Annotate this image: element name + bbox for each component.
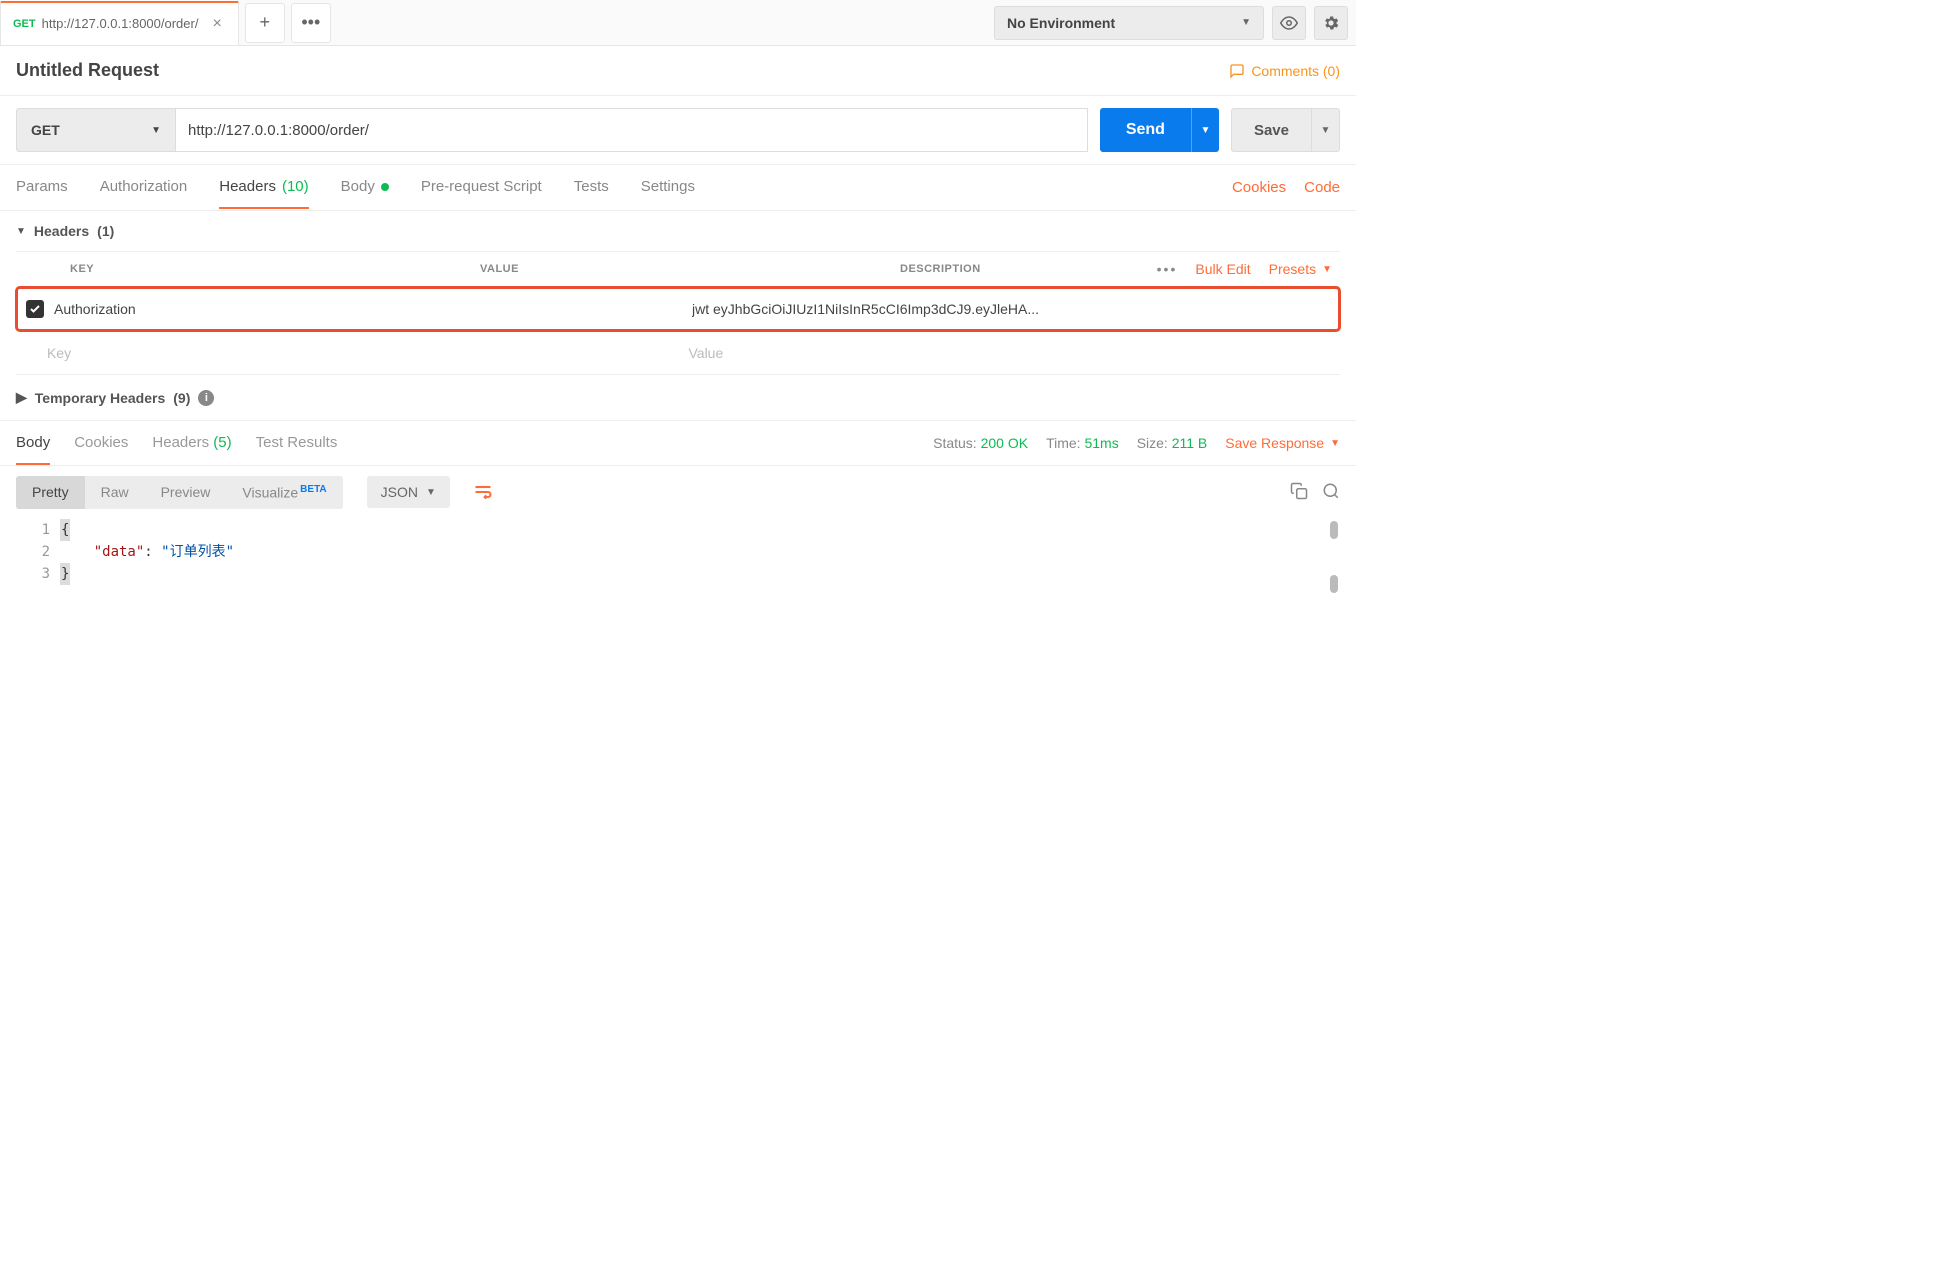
headers-table: KEY VALUE DESCRIPTION ••• Bulk Edit Pres… <box>0 251 1356 375</box>
dot-icon <box>381 183 389 191</box>
gear-icon[interactable] <box>1314 6 1348 40</box>
header-desc-input[interactable] <box>1320 331 1340 374</box>
triangle-right-icon: ▶ <box>16 389 27 406</box>
cookies-link[interactable]: Cookies <box>1232 179 1286 196</box>
save-button[interactable]: Save <box>1231 108 1312 152</box>
header-value-input[interactable] <box>678 331 1320 374</box>
view-pretty[interactable]: Pretty <box>16 476 85 509</box>
copy-icon[interactable] <box>1290 482 1308 503</box>
view-visualize[interactable]: VisualizeBETA <box>226 476 342 509</box>
method-select[interactable]: GET ▼ <box>16 108 176 152</box>
header-key-input[interactable] <box>37 331 679 374</box>
tab-prerequest[interactable]: Pre-request Script <box>421 166 542 209</box>
tab-settings[interactable]: Settings <box>641 166 695 209</box>
chevron-down-icon: ▼ <box>426 487 436 498</box>
time-value: 51ms <box>1084 435 1118 451</box>
tab-params[interactable]: Params <box>16 166 68 209</box>
format-select[interactable]: JSON ▼ <box>367 476 450 508</box>
beta-badge: BETA <box>300 484 326 495</box>
search-icon[interactable] <box>1322 482 1340 503</box>
eye-icon[interactable] <box>1272 6 1306 40</box>
comments-button[interactable]: Comments (0) <box>1229 63 1340 79</box>
top-bar: GET http://127.0.0.1:8000/order/ × + •••… <box>0 0 1356 46</box>
method-label: GET <box>31 122 60 138</box>
col-key-header: KEY <box>60 263 470 275</box>
resp-tab-headers[interactable]: Headers (5) <box>152 422 231 465</box>
more-icon[interactable]: ••• <box>1157 261 1178 277</box>
request-title-row: Untitled Request Comments (0) <box>0 46 1356 96</box>
save-more-button[interactable]: ▼ <box>1312 108 1340 152</box>
environment-label: No Environment <box>1007 15 1115 31</box>
header-key-input[interactable] <box>44 287 682 330</box>
url-row: GET ▼ Send ▼ Save ▼ <box>0 96 1356 165</box>
tab-headers[interactable]: Headers (10) <box>219 166 308 209</box>
scrollbar-thumb[interactable] <box>1330 521 1338 539</box>
send-more-button[interactable]: ▼ <box>1191 108 1219 152</box>
resp-tab-testresults[interactable]: Test Results <box>256 422 338 465</box>
view-raw[interactable]: Raw <box>85 476 145 509</box>
row-checkbox[interactable] <box>26 300 44 318</box>
presets-dropdown[interactable]: Presets ▼ <box>1269 261 1332 277</box>
environment-select[interactable]: No Environment ▼ <box>994 6 1264 40</box>
tab-authorization[interactable]: Authorization <box>100 166 188 209</box>
col-desc-header: DESCRIPTION <box>890 263 1157 275</box>
chevron-down-icon: ▼ <box>1241 17 1251 28</box>
code-content: { "data": "订单列表" } <box>60 519 1340 585</box>
table-row <box>16 287 1340 331</box>
close-icon[interactable]: × <box>208 15 225 33</box>
save-response-button[interactable]: Save Response ▼ <box>1225 435 1340 451</box>
tab-title: http://127.0.0.1:8000/order/ <box>42 16 199 31</box>
tab-body[interactable]: Body <box>341 166 389 209</box>
temporary-headers-toggle[interactable]: ▶ Temporary Headers (9) i <box>0 375 1356 420</box>
chevron-down-icon: ▼ <box>151 125 161 136</box>
comments-label: Comments (0) <box>1251 63 1340 79</box>
header-value-input[interactable] <box>682 287 1320 330</box>
chevron-down-icon: ▼ <box>1322 264 1332 275</box>
header-desc-input[interactable] <box>1320 287 1340 330</box>
body-toolbar: Pretty Raw Preview VisualizeBETA JSON ▼ <box>0 466 1356 519</box>
resp-tab-body[interactable]: Body <box>16 422 50 465</box>
line-gutter: 1 2 3 <box>16 519 60 585</box>
table-row <box>16 331 1340 375</box>
triangle-down-icon: ▼ <box>16 226 26 237</box>
size-value: 211 B <box>1172 435 1208 451</box>
response-tabs: Body Cookies Headers (5) Test Results St… <box>0 420 1356 466</box>
tab-tests[interactable]: Tests <box>574 166 609 209</box>
status-value: 200 OK <box>981 435 1028 451</box>
response-body[interactable]: 1 2 3 { "data": "订单列表" } <box>0 519 1356 605</box>
scrollbar-thumb[interactable] <box>1330 575 1338 593</box>
code-link[interactable]: Code <box>1304 179 1340 196</box>
tab-method-badge: GET <box>13 18 36 30</box>
view-preview[interactable]: Preview <box>145 476 227 509</box>
request-tabs: Params Authorization Headers (10) Body P… <box>0 165 1356 211</box>
bulk-edit-link[interactable]: Bulk Edit <box>1195 261 1250 277</box>
request-title[interactable]: Untitled Request <box>16 60 159 81</box>
col-value-header: VALUE <box>470 263 890 275</box>
chevron-down-icon: ▼ <box>1330 438 1340 449</box>
tab-more-button[interactable]: ••• <box>291 3 331 43</box>
request-tab[interactable]: GET http://127.0.0.1:8000/order/ × <box>0 1 239 45</box>
send-button[interactable]: Send <box>1100 108 1191 152</box>
add-tab-button[interactable]: + <box>245 3 285 43</box>
url-input[interactable] <box>176 108 1088 152</box>
headers-toggle[interactable]: ▼ Headers (1) <box>0 211 1356 251</box>
wrap-lines-icon[interactable] <box>468 477 498 507</box>
resp-tab-cookies[interactable]: Cookies <box>74 422 128 465</box>
info-icon[interactable]: i <box>198 390 214 406</box>
